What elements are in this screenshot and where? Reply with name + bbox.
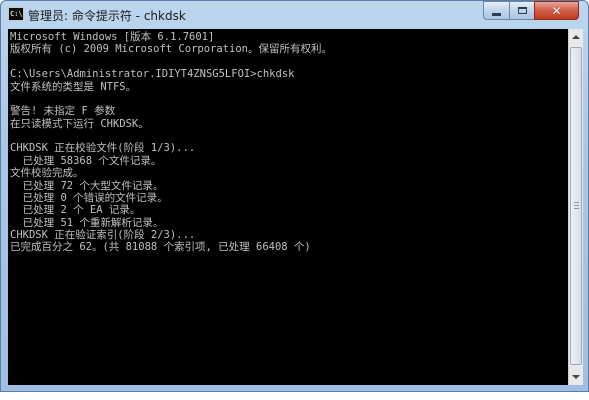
window-title: 管理员: 命令提示符 - chkdsk — [28, 9, 186, 23]
scroll-grip-line — [574, 205, 579, 206]
scroll-down-arrow-icon — [572, 375, 580, 379]
console-line: 已处理 2 个 EA 记录。 — [10, 204, 141, 217]
console-line: 文件校验完成。 — [10, 167, 84, 180]
maximize-button[interactable] — [509, 1, 535, 20]
console-line: CHKDSK 正在校验文件(阶段 1/3)... — [10, 142, 196, 155]
close-icon: ✕ — [551, 3, 562, 18]
console-line: 警告! 未指定 F 参数 — [10, 105, 116, 118]
console-line: 已完成百分之 62。(共 81088 个索引项, 已处理 66408 个) — [10, 241, 311, 254]
maximize-icon — [517, 7, 527, 14]
scroll-up-button[interactable] — [569, 29, 583, 45]
scroll-down-button[interactable] — [569, 369, 583, 385]
command-prompt-window: C:\. 管理员: 命令提示符 - chkdsk ✕ Microsoft Win… — [0, 0, 589, 392]
close-button[interactable]: ✕ — [534, 1, 579, 20]
console-line: 文件系统的类型是 NTFS。 — [10, 80, 137, 93]
scroll-grip-line — [574, 208, 579, 209]
title-bar[interactable]: C:\. 管理员: 命令提示符 - chkdsk ✕ — [1, 1, 588, 27]
console-line: CHKDSK 正在验证索引(阶段 2/3)... — [10, 229, 196, 241]
minimize-icon — [492, 12, 501, 16]
console-line: C:\Users\Administrator.IDIYT4ZNSG5LFOI>c… — [10, 68, 295, 81]
scroll-grip-line — [574, 202, 579, 203]
console-line: Microsoft Windows [版本 6.1.7601] — [10, 31, 215, 43]
window-bottom-frame — [1, 385, 589, 393]
console-line: 版权所有 (c) 2009 Microsoft Corporation。保留所有… — [10, 43, 332, 56]
cmd-prompt-icon[interactable]: C:\. — [8, 7, 27, 21]
console-output-area[interactable]: Microsoft Windows [版本 6.1.7601] 版权所有 (c)… — [8, 29, 568, 385]
console-line: 已处理 51 个重新解析记录。 — [10, 216, 164, 229]
console-line: 已处理 72 个大型文件记录。 — [10, 179, 164, 192]
vertical-scrollbar[interactable] — [568, 29, 583, 385]
console-line: 已处理 58368 个文件记录。 — [10, 154, 162, 167]
scroll-thumb[interactable] — [570, 47, 582, 365]
console-text: Microsoft Windows [版本 6.1.7601] 版权所有 (c)… — [8, 29, 568, 254]
console-line: 在只读模式下运行 CHKDSK。 — [10, 117, 149, 130]
scroll-up-arrow-icon — [572, 35, 580, 39]
console-line: 已处理 0 个错误的文件记录。 — [10, 191, 168, 204]
minimize-button[interactable] — [483, 1, 510, 20]
